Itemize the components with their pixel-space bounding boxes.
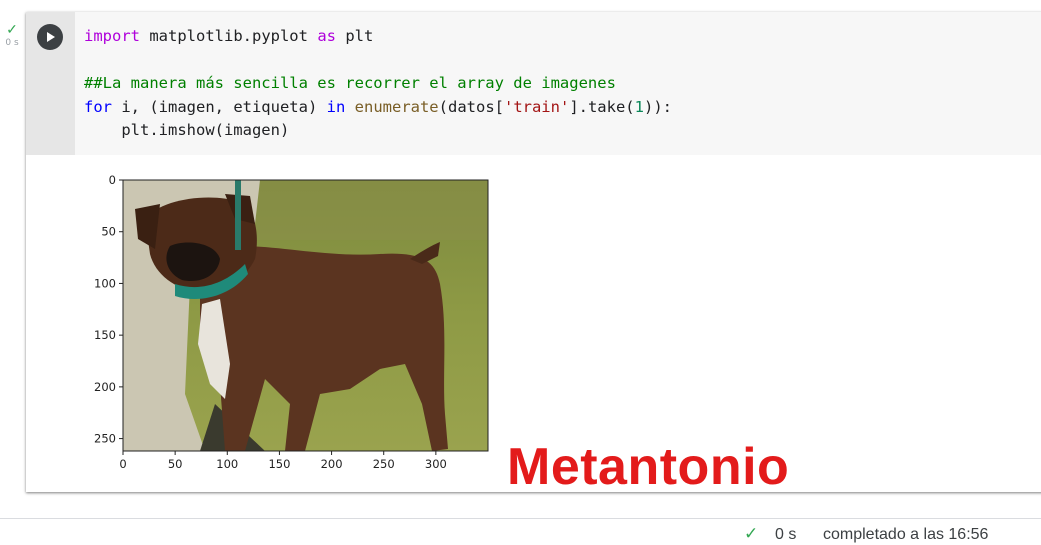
dog-photo xyxy=(123,180,488,451)
x-tick-label: 100 xyxy=(216,457,238,471)
code-line: ##La manera más sencilla es recorrer el … xyxy=(84,74,616,92)
check-icon: ✓ xyxy=(6,21,18,37)
code-line: plt.imshow(imagen) xyxy=(84,121,290,139)
y-tick-label: 250 xyxy=(94,432,116,446)
execution-status: ✓ 0 s xyxy=(0,22,24,48)
y-tick-label: 200 xyxy=(94,380,116,394)
plot-canvas: 0 50 100 150 200 250 300 0 50 100 150 200 250 xyxy=(94,173,489,471)
code-editor[interactable]: import matplotlib.pyplot as plt ##La man… xyxy=(75,12,1041,155)
y-tick-label: 50 xyxy=(101,225,116,239)
y-tick-label: 0 xyxy=(109,173,116,187)
check-icon: ✓ xyxy=(744,524,759,543)
cell-gutter xyxy=(26,12,75,155)
watermark-text: Metantonio xyxy=(507,438,790,496)
imshow-plot: 0 50 100 150 200 250 300 0 50 100 150 200 250 xyxy=(50,164,500,489)
y-tick-label: 150 xyxy=(94,328,116,342)
status-completed-text: completado a las 16:56 xyxy=(823,526,989,543)
status-exec-time: 0 s xyxy=(775,526,797,543)
run-cell-button[interactable] xyxy=(37,24,63,50)
x-tick-label: 0 xyxy=(119,457,126,471)
execution-time: 0 s xyxy=(5,38,19,48)
x-tick-label: 150 xyxy=(268,457,290,471)
x-tick-label: 300 xyxy=(425,457,447,471)
code-line: import matplotlib.pyplot as plt xyxy=(84,27,374,45)
x-tick-label: 50 xyxy=(168,457,183,471)
y-tick-label: 100 xyxy=(94,276,116,290)
x-tick-label: 200 xyxy=(321,457,343,471)
code-text[interactable]: import matplotlib.pyplot as plt ##La man… xyxy=(84,25,672,143)
status-divider xyxy=(0,518,1041,519)
status-bar: ✓ 0 s completado a las 16:56 xyxy=(0,524,1041,545)
code-line: for i, (imagen, etiqueta) in enumerate(d… xyxy=(84,97,672,116)
x-tick-label: 250 xyxy=(373,457,395,471)
play-icon xyxy=(47,32,55,42)
